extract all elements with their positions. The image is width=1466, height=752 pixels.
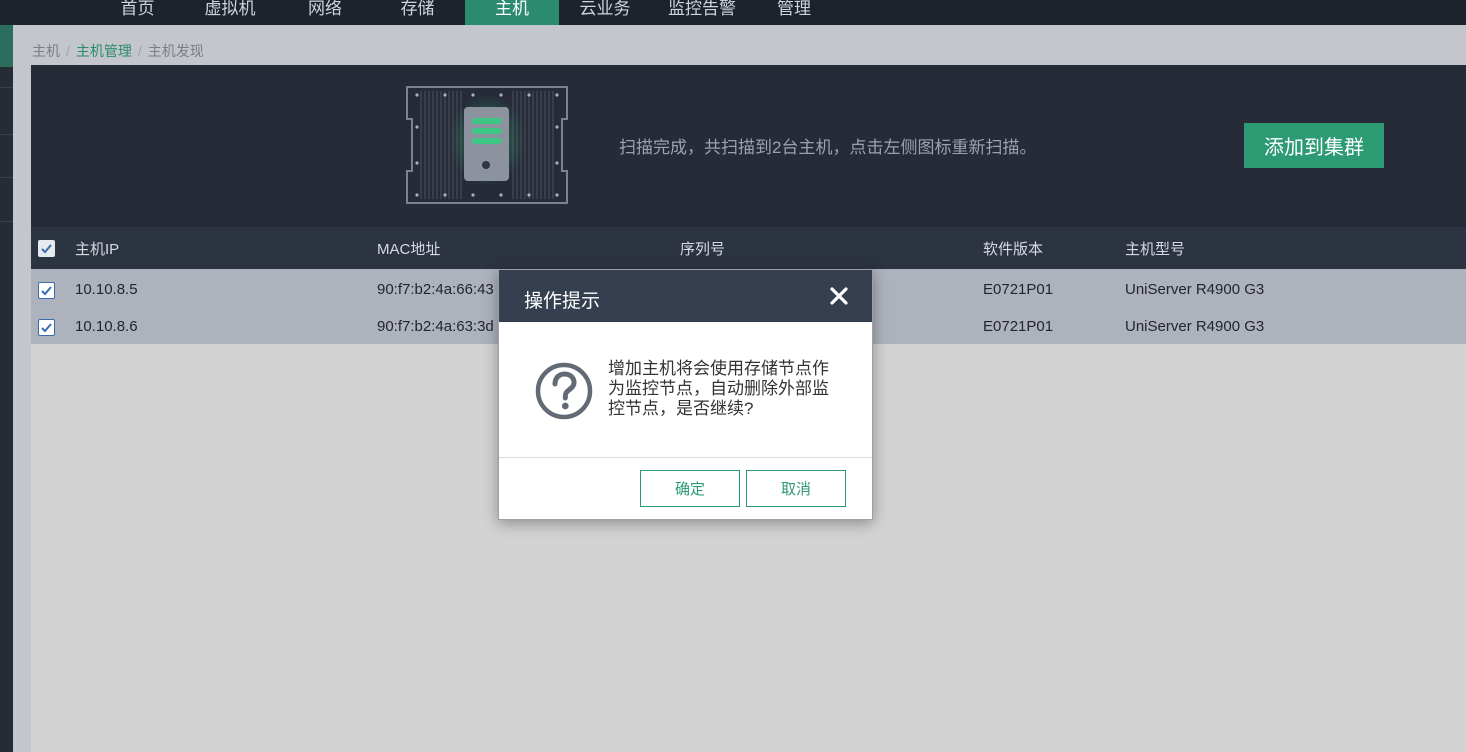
confirm-button[interactable]: 确定 (640, 470, 740, 507)
column-header-serial: 序列号 (680, 240, 726, 258)
scan-status-message: 扫描完成，共扫描到2台主机，点击左侧图标重新扫描。 (619, 138, 1037, 157)
nav-item-management[interactable]: 管理 (753, 0, 835, 25)
nav-item-vm[interactable]: 虚拟机 (180, 0, 280, 25)
nav-item-monitoring[interactable]: 监控告警 (651, 0, 753, 25)
host-table-header: 主机IP MAC地址 序列号 软件版本 主机型号 (31, 227, 1466, 269)
dialog-title: 操作提示 (524, 291, 601, 312)
check-icon (41, 286, 52, 296)
nav-item-cloud-service[interactable]: 云业务 (559, 0, 651, 25)
top-navigation: 首页 虚拟机 网络 存储 主机 云业务 监控告警 管理 (0, 0, 1466, 25)
breadcrumb-item-host[interactable]: 主机 (32, 43, 60, 59)
question-circle-icon (535, 362, 593, 425)
dialog-divider (499, 457, 872, 458)
row-checkbox[interactable] (38, 319, 55, 336)
nav-item-network[interactable]: 网络 (280, 0, 370, 25)
sidebar-divider (0, 221, 13, 222)
cell-mac: 90:f7:b2:4a:66:43 (377, 281, 494, 298)
cell-model: UniServer R4900 G3 (1125, 281, 1265, 298)
breadcrumb-separator: / (66, 43, 70, 59)
nav-item-host[interactable]: 主机 (465, 0, 559, 25)
cell-ip: 10.10.8.6 (75, 318, 138, 335)
confirm-dialog: 操作提示 增加主机将会使用存储节点作为监控节点，自动删除外部监控节点，是否继续?… (498, 269, 873, 520)
sidebar (0, 25, 13, 752)
cell-model: UniServer R4900 G3 (1125, 318, 1265, 335)
breadcrumb-separator: / (137, 43, 142, 59)
server-scan-icon[interactable] (405, 85, 569, 210)
cell-ip: 10.10.8.5 (75, 281, 138, 298)
check-icon (41, 323, 52, 333)
sidebar-divider (0, 177, 13, 178)
dialog-header: 操作提示 (499, 270, 872, 322)
column-header-version: 软件版本 (983, 240, 1044, 258)
cell-version: E0721P01 (983, 281, 1054, 298)
breadcrumb: 主机 / 主机管理 / 主机发现 (32, 41, 204, 61)
breadcrumb-item-host-discovery: 主机发现 (147, 43, 204, 59)
nav-item-home[interactable]: 首页 (95, 0, 180, 25)
dialog-message: 增加主机将会使用存储节点作为监控节点，自动删除外部监控节点，是否继续? (608, 359, 829, 418)
sidebar-divider (0, 87, 13, 88)
check-icon (41, 244, 52, 254)
column-header-mac: MAC地址 (377, 240, 441, 258)
close-icon[interactable] (828, 285, 850, 307)
select-all-checkbox[interactable] (38, 240, 55, 257)
breadcrumb-item-host-management[interactable]: 主机管理 (76, 43, 132, 59)
sidebar-divider (0, 134, 13, 135)
scan-banner: 扫描完成，共扫描到2台主机，点击左侧图标重新扫描。 添加到集群 (31, 65, 1466, 227)
cell-version: E0721P01 (983, 318, 1054, 335)
add-to-cluster-button[interactable]: 添加到集群 (1244, 123, 1384, 168)
column-header-ip: 主机IP (75, 240, 120, 258)
sidebar-active-marker (0, 25, 13, 67)
cancel-button[interactable]: 取消 (746, 470, 846, 507)
column-header-model: 主机型号 (1125, 240, 1186, 258)
cell-mac: 90:f7:b2:4a:63:3d (377, 318, 494, 335)
nav-item-storage[interactable]: 存储 (370, 0, 465, 25)
row-checkbox[interactable] (38, 282, 55, 299)
